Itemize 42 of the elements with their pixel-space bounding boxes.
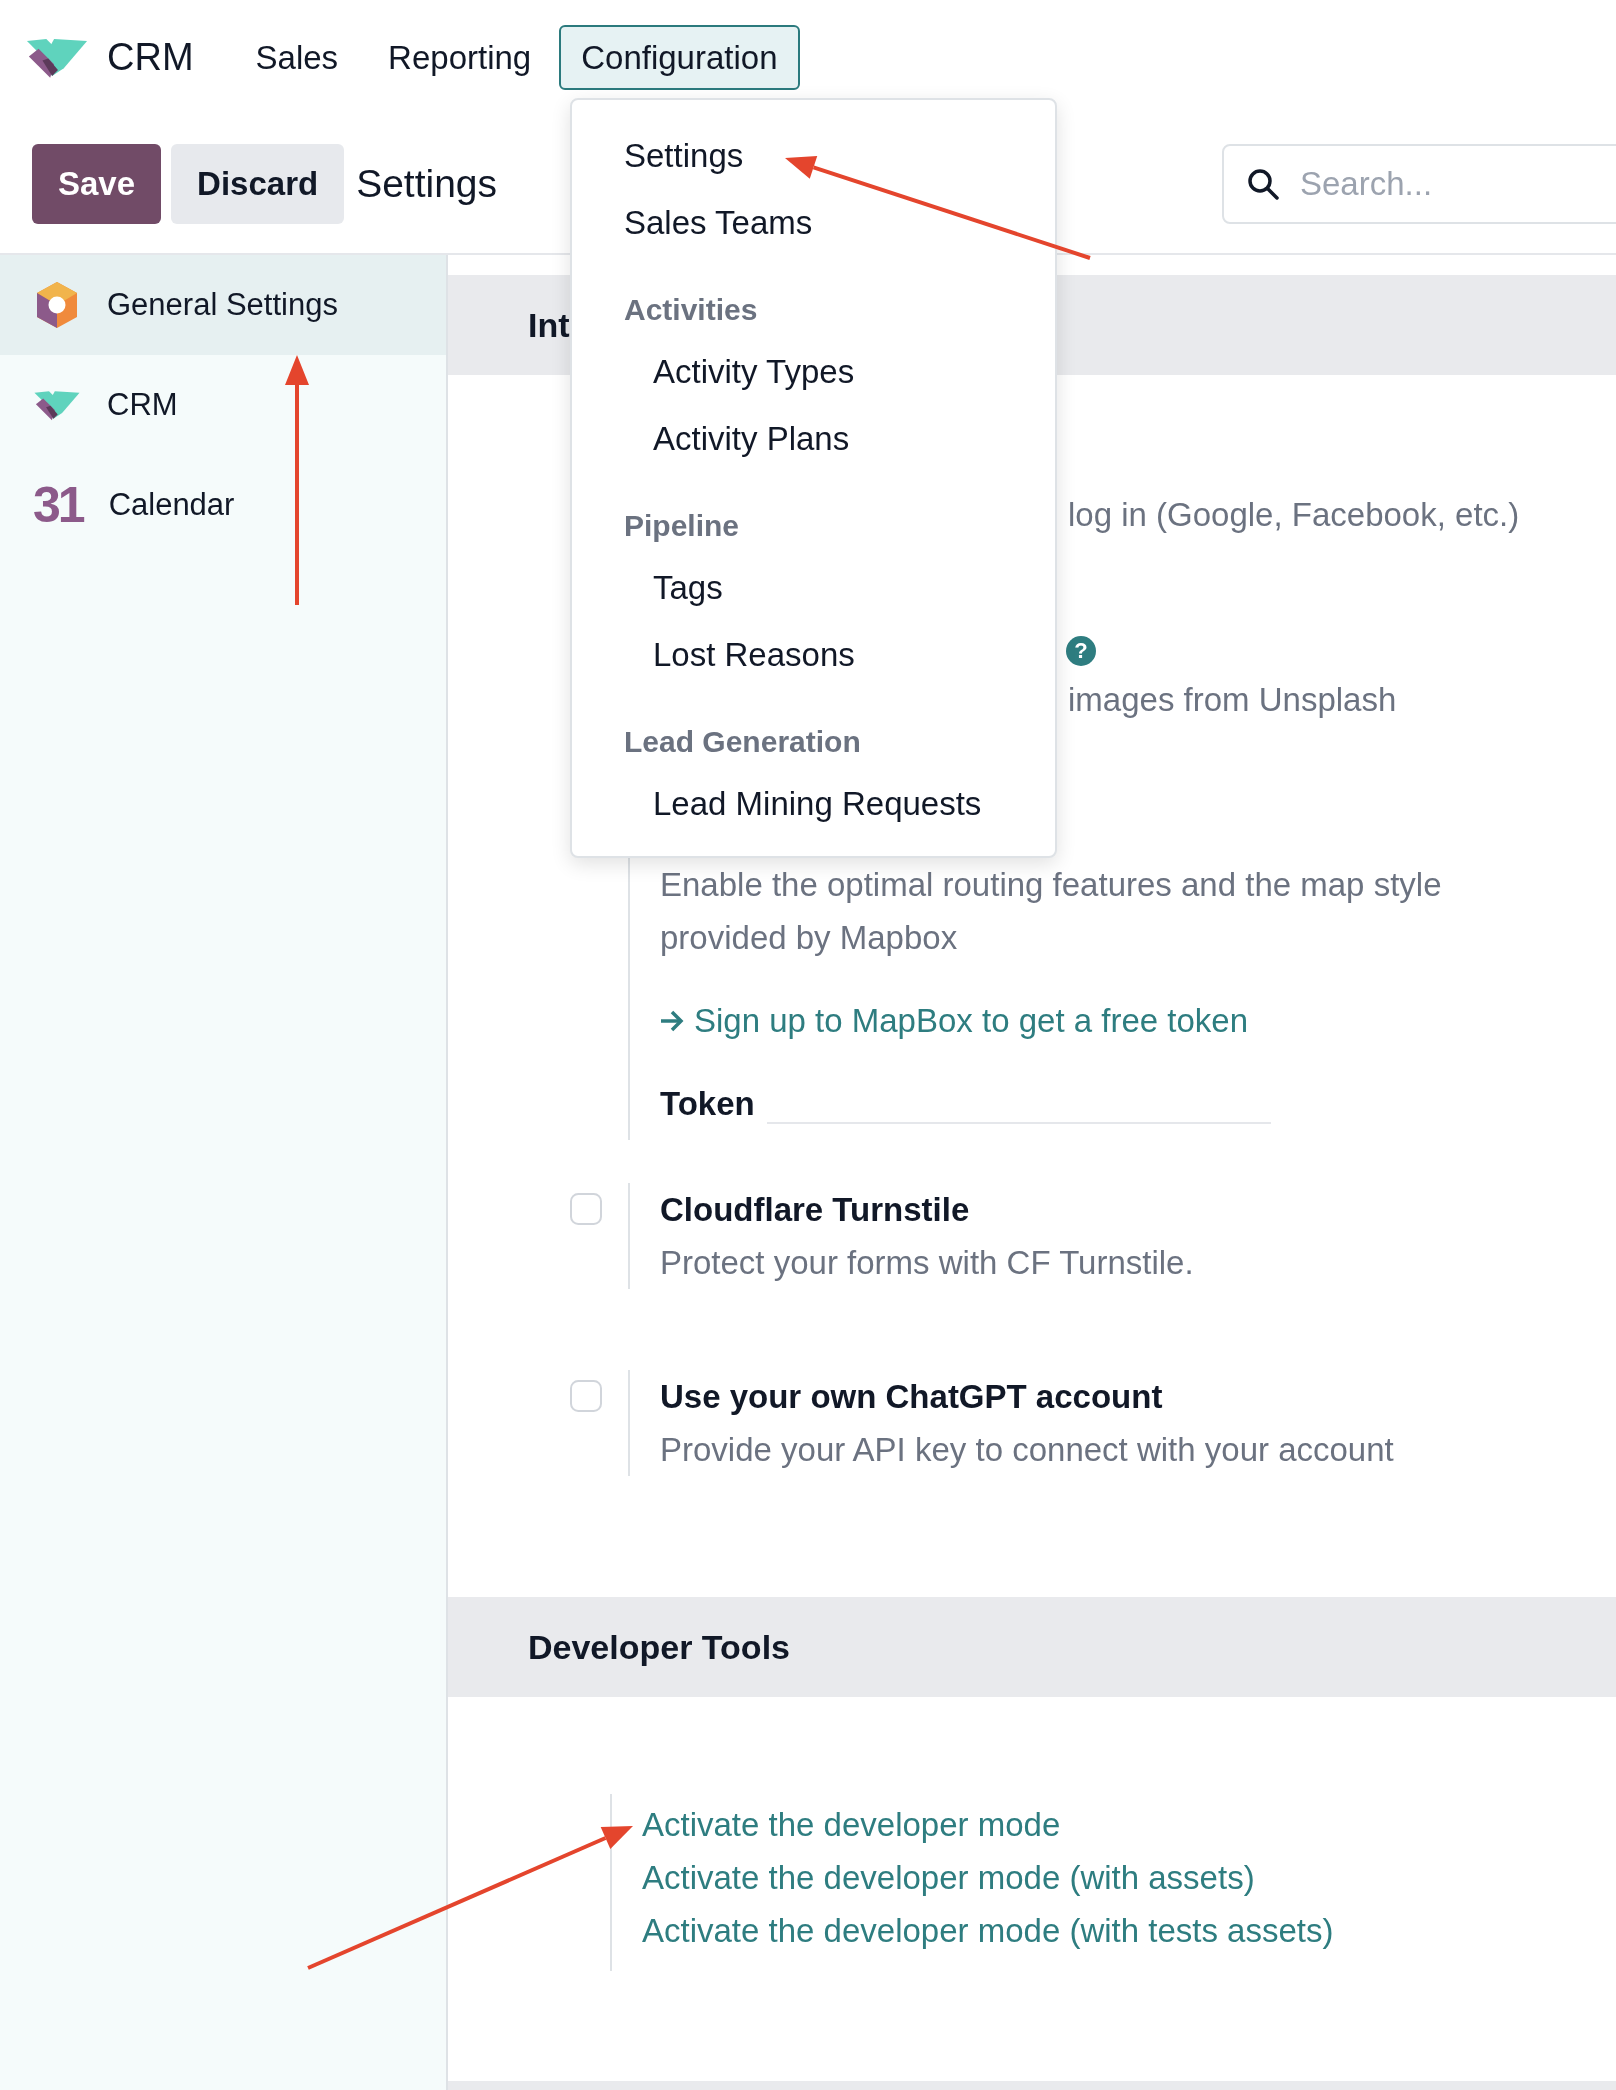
setting-description: Enable the optimal routing features and the map style provided by Mapbox bbox=[660, 865, 1443, 958]
menu-item[interactable]: Activity Types bbox=[572, 338, 1055, 405]
developer-link[interactable]: Activate the developer mode (with assets) bbox=[642, 1851, 1334, 1904]
menu-item[interactable]: Lead Mining Requests bbox=[572, 770, 1055, 837]
discard-button[interactable]: Discard bbox=[171, 144, 345, 224]
save-button[interactable]: Save bbox=[32, 144, 162, 224]
menu-item[interactable]: Settings bbox=[572, 122, 1055, 189]
menu-group-header: Pipeline bbox=[623, 508, 741, 544]
app-name[interactable]: CRM bbox=[107, 29, 194, 86]
menu-tab[interactable]: Configuration bbox=[559, 24, 800, 91]
setting-title: Cloudflare Turnstile bbox=[660, 1190, 971, 1230]
menu-item[interactable]: Activity Plans bbox=[572, 405, 1055, 472]
menu-tab[interactable]: Reporting bbox=[366, 24, 554, 91]
menu-group-header: Lead Generation bbox=[623, 724, 862, 760]
sidebar-item[interactable]: CRM bbox=[0, 355, 446, 455]
checkbox[interactable] bbox=[570, 1193, 602, 1225]
setting-description: log in (Google, Facebook, etc.) bbox=[1068, 496, 1520, 533]
search-icon bbox=[1246, 167, 1280, 201]
developer-link[interactable]: Activate the developer mode (with tests assets) bbox=[642, 1904, 1334, 1957]
help-icon: ? bbox=[1066, 635, 1096, 666]
search-bar[interactable]: Search... bbox=[1222, 144, 1616, 224]
app-logo-icon bbox=[33, 388, 81, 422]
checkbox[interactable] bbox=[570, 1380, 602, 1412]
menu-group-header: Activities bbox=[623, 292, 759, 328]
menu-item[interactable]: Lost Reasons bbox=[572, 621, 1055, 688]
breadcrumb-title: Settings bbox=[356, 160, 498, 207]
sidebar-item[interactable]: 31 Calendar bbox=[0, 455, 446, 555]
menu-item[interactable]: Sales Teams bbox=[572, 189, 1055, 256]
sidebar-item[interactable]: General Settings bbox=[0, 255, 446, 355]
field-label: Token bbox=[660, 1084, 755, 1124]
setting-description: images from Unsplash bbox=[1068, 681, 1397, 718]
setting-description: Provide your API key to connect with your account bbox=[660, 1430, 1394, 1470]
menu-item[interactable]: Tags bbox=[572, 554, 1055, 621]
signup-link[interactable]: Sign up to MapBox to get a free token bbox=[660, 994, 1249, 1047]
section-title: Int bbox=[528, 304, 570, 346]
section-title: Developer Tools bbox=[528, 1626, 790, 1668]
menu-tab[interactable]: Sales bbox=[233, 24, 361, 91]
developer-link[interactable]: Activate the developer mode bbox=[642, 1798, 1334, 1851]
calendar-icon: 31 bbox=[33, 480, 83, 530]
setting-description: Protect your forms with CF Turnstile. bbox=[660, 1243, 1194, 1283]
setting-title: Use your own ChatGPT account bbox=[660, 1377, 1164, 1417]
arrow-icon bbox=[660, 1009, 684, 1032]
